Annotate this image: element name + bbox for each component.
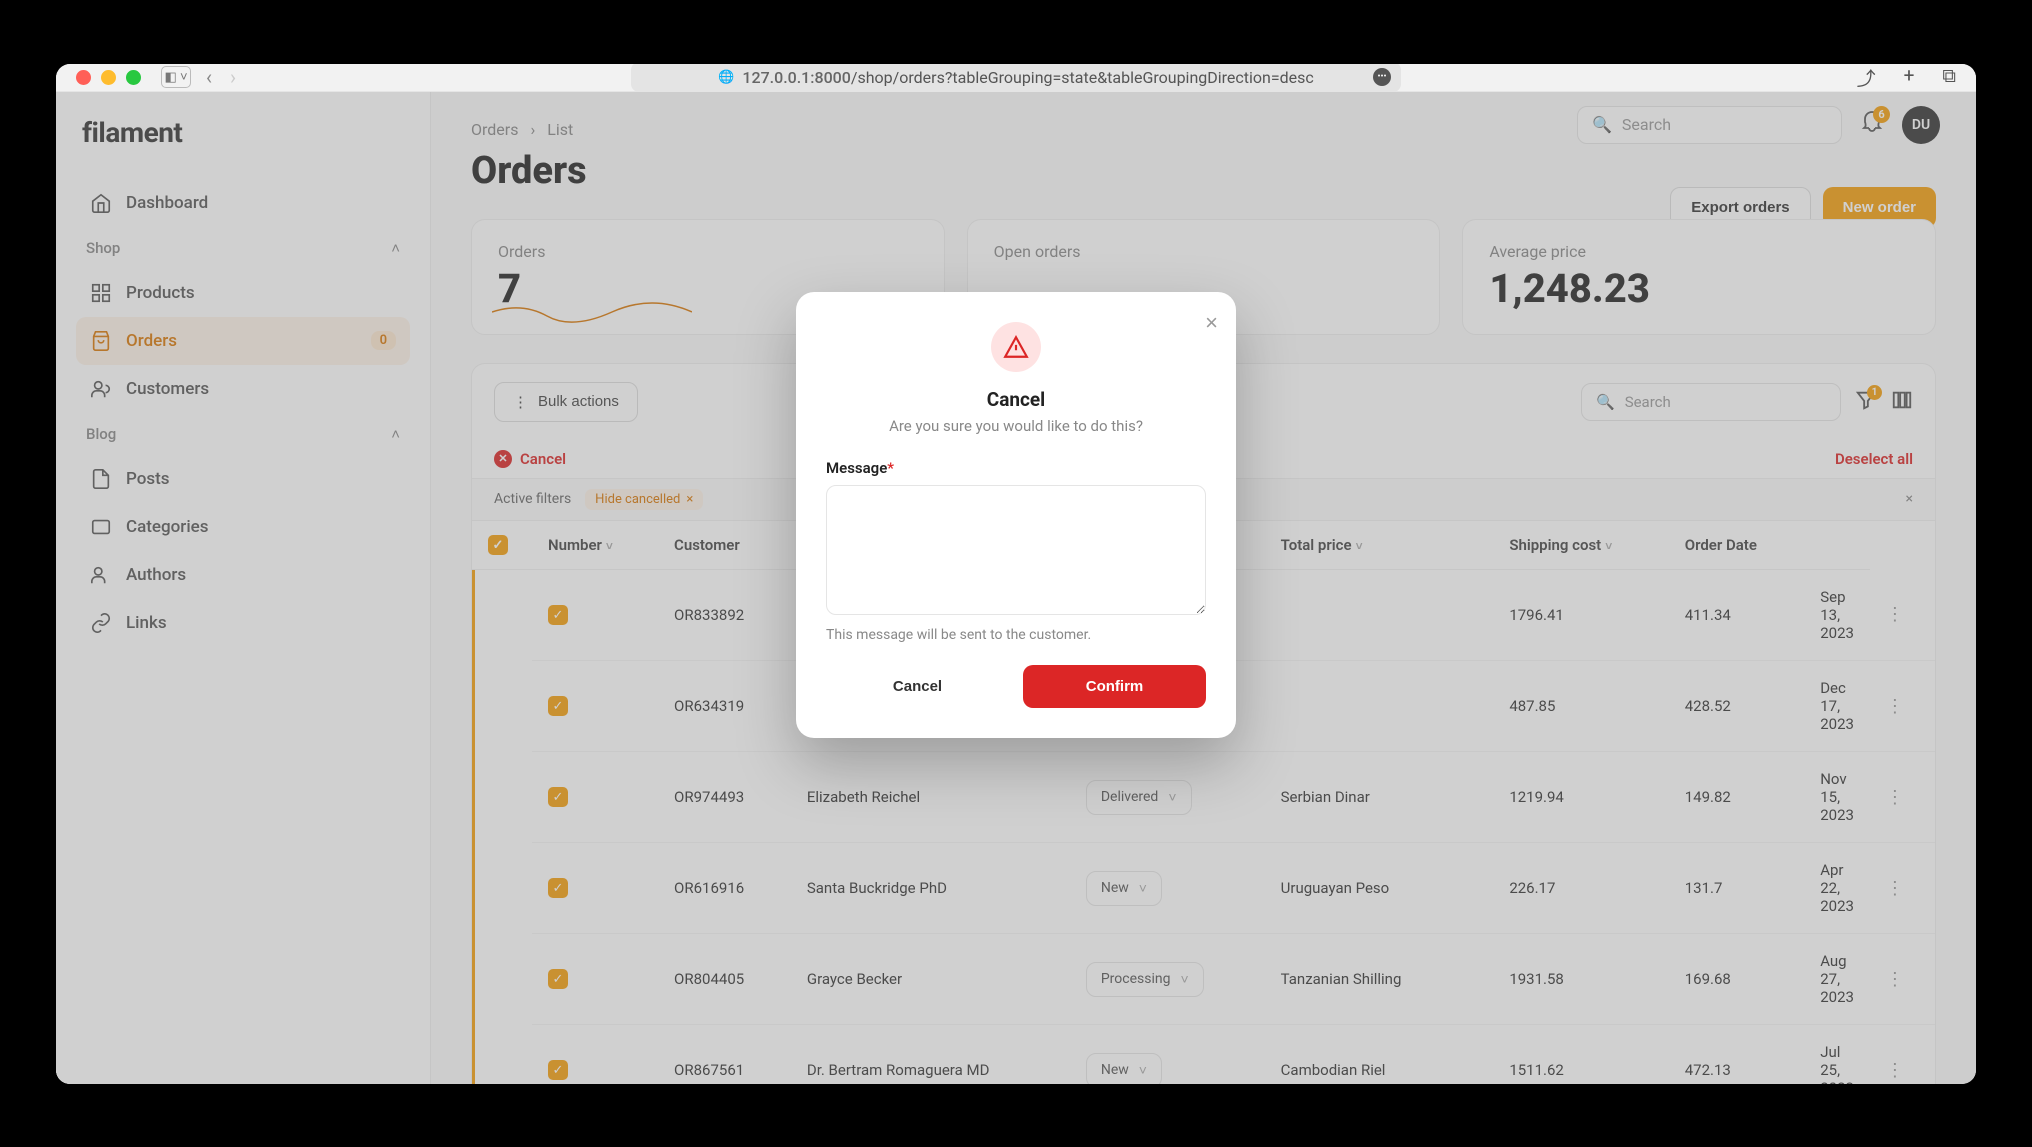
modal-close-button[interactable]: ×	[1205, 310, 1218, 336]
modal-cancel-button[interactable]: Cancel	[826, 665, 1009, 708]
message-label: Message*	[826, 459, 1206, 477]
share-icon[interactable]: ⤴	[1857, 64, 1876, 91]
modal-confirm-button[interactable]: Confirm	[1023, 665, 1206, 708]
url-bar[interactable]: 🌐 127.0.0.1:8000/shop/orders?tableGroupi…	[631, 64, 1401, 93]
window-close[interactable]	[76, 70, 91, 85]
window-maximize[interactable]	[126, 70, 141, 85]
message-textarea[interactable]	[826, 485, 1206, 615]
modal-title: Cancel	[826, 388, 1206, 411]
cancel-confirmation-modal: × Cancel Are you sure you would like to …	[796, 292, 1236, 738]
back-icon[interactable]: ‹	[206, 65, 212, 89]
browser-titlebar: ◧ ˅ ‹ › 🌐 127.0.0.1:8000/shop/orders?tab…	[56, 64, 1976, 92]
new-tab-icon[interactable]: +	[1904, 64, 1915, 91]
globe-icon: 🌐	[718, 70, 734, 85]
window-minimize[interactable]	[101, 70, 116, 85]
forward-icon[interactable]: ›	[230, 65, 236, 89]
url-badge: •••	[1373, 68, 1391, 86]
warning-icon	[991, 322, 1041, 372]
url-path: /shop/orders?tableGrouping=state&tableGr…	[851, 68, 1314, 87]
modal-subtitle: Are you sure you would like to do this?	[826, 417, 1206, 435]
url-host: 127.0.0.1:8000	[742, 68, 851, 87]
tabs-icon[interactable]: ⧉	[1942, 64, 1956, 91]
modal-hint: This message will be sent to the custome…	[826, 627, 1206, 643]
sidebar-toggle-icon[interactable]: ◧ ˅	[161, 66, 191, 88]
